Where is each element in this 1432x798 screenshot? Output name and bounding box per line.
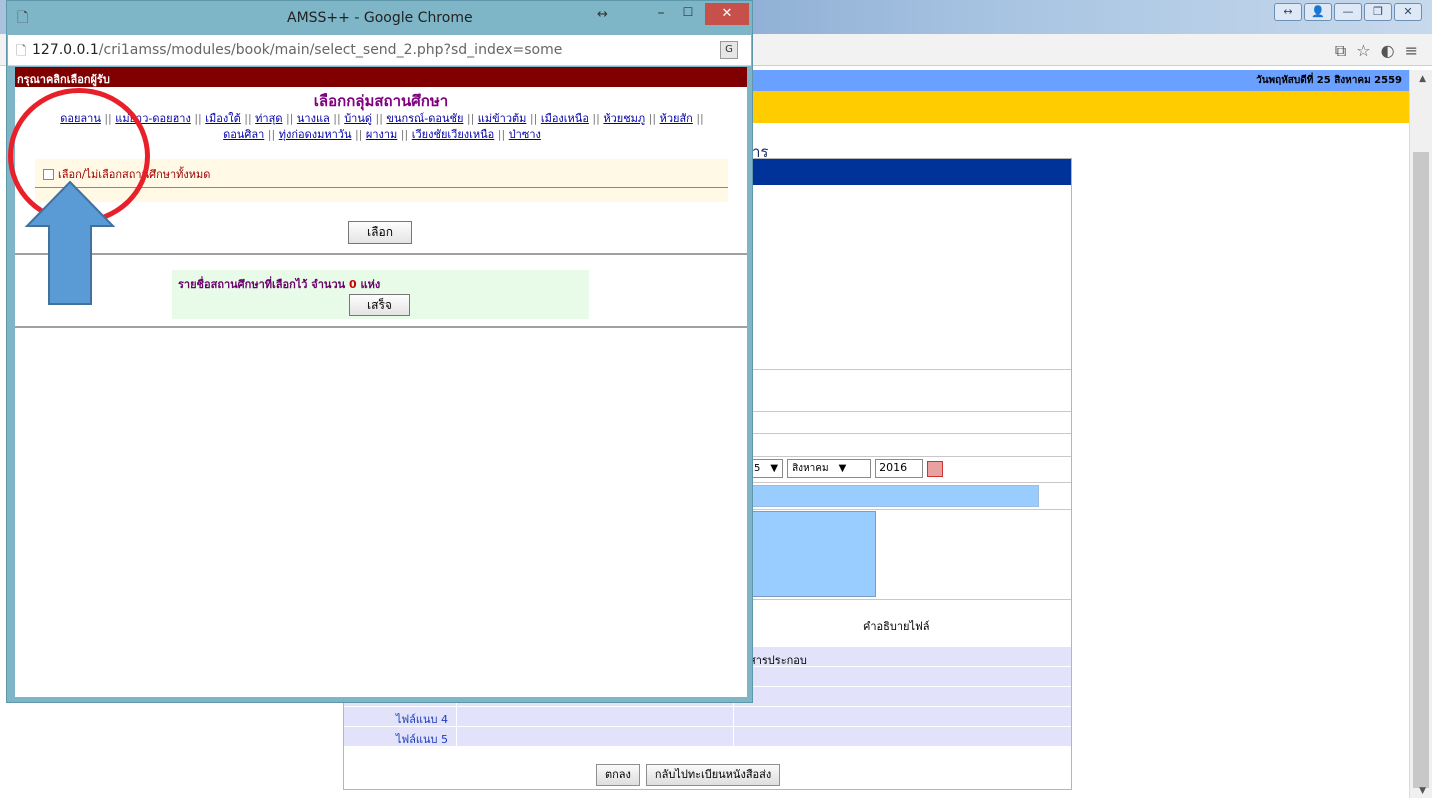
calendar-icon[interactable] [927,460,944,477]
group-link[interactable]: ทุ่งก่อดงมหาวัน [279,128,352,141]
popup-header: กรุณาคลิกเลือกผู้รับ [15,67,747,87]
site-banner-bar [750,91,1409,123]
attachment-label: ไฟล์แนบ 4 [395,713,448,726]
scrollbar-thumb[interactable] [1413,152,1429,788]
resize-icon[interactable]: ↔ [597,7,608,22]
divider [35,187,728,188]
group-link[interactable]: เมืองเหนือ [541,112,589,125]
background-window-controls: ↔ 👤 — ❐ ✕ [1274,3,1422,21]
section-divider [15,326,747,328]
site-date: วันพฤหัสบดีที่ 25 สิงหาคม 2559 [1256,75,1402,86]
close-button[interactable]: ✕ [705,3,749,25]
day-value: 5 [754,463,761,474]
url-path: /cri1amss/modules/book/main/select_send_… [98,42,563,58]
popup-title: AMSS++ - Google Chrome [287,10,473,26]
page-icon: 🗋 [17,10,29,26]
url-host: 127.0.0.1 [32,42,99,58]
attachment-label: ไฟล์แนบ 5 [395,733,448,746]
select-all-panel: เลือก/ไม่เลือกสถานศึกษาทั้งหมด [35,159,728,202]
done-button[interactable]: เสร็จ [349,294,410,316]
group-link[interactable]: ห้วยชมภู [603,112,645,125]
menu-icon[interactable]: ≡ [1405,41,1418,61]
close-button[interactable]: ✕ [1394,3,1422,21]
group-link[interactable]: ดอนศิลา [223,128,264,141]
group-link[interactable]: แม่ข้าวต้ม [478,112,527,125]
group-link[interactable]: เมืองใต้ [205,112,241,125]
subject-input[interactable] [749,485,1039,507]
month-select[interactable]: สิงหาคม ▼ [787,459,872,478]
group-link[interactable]: ดอยลาน [60,112,101,125]
back-to-register-button[interactable]: กลับไปทะเบียนหนังสือส่ง [645,764,781,786]
group-link[interactable]: ผางาม [366,128,397,141]
date-picker-row: 5 ▼ สิงหาคม ▼ 2016 [749,459,944,478]
group-links: ดอยลาน || แม่ยาว-ดอยฮาง || เมืองใต้ || ท… [60,112,704,141]
group-link[interactable]: ท่าสุด [255,112,282,125]
select-all-label: เลือก/ไม่เลือกสถานศึกษาทั้งหมด [58,168,211,181]
bookmark-star-icon[interactable]: ☆ [1356,41,1370,61]
selected-summary: รายชื่อสถานศึกษาที่เลือกไว้ จำนวน 0 แห่ง [172,275,589,293]
select-all-checkbox[interactable] [43,168,54,180]
restore-button[interactable]: ❐ [1364,3,1392,21]
translate-icon[interactable]: G [720,41,738,59]
section-divider [15,253,747,255]
selected-suffix: แห่ง [360,278,381,291]
table-row: ไฟล์แนบ 4 [344,707,1071,727]
table-row: ไฟล์แนบ 5 [344,727,1071,747]
attachment-heading-fragment: สารประกอบ [749,654,807,667]
group-link[interactable]: บ้านดู่ [344,112,372,125]
minimize-button[interactable]: — [1334,3,1362,21]
popup-content: กรุณาคลิกเลือกผู้รับ เลือกกลุ่มสถานศึกษา… [15,67,747,697]
month-value: สิงหาคม [792,463,829,474]
minimize-button[interactable]: – [651,5,671,21]
group-title: เลือกกลุ่มสถานศึกษา [313,92,449,110]
selected-schools-panel: รายชื่อสถานศึกษาที่เลือกไว้ จำนวน 0 แห่ง… [172,270,589,319]
translate-icon[interactable]: ⧉ [1335,41,1346,61]
day-select[interactable]: 5 ▼ [749,459,784,478]
selected-prefix: รายชื่อสถานศึกษาที่เลือกไว้ จำนวน [178,278,346,291]
content-textarea[interactable] [749,511,876,597]
selected-count: 0 [348,278,357,291]
group-link[interactable]: ป่าซาง [509,128,541,141]
background-toolbar-icons: ⧉ ☆ ◐ ≡ [1335,41,1418,61]
scroll-up-icon[interactable]: ▲ [1419,74,1426,84]
popup-address-bar[interactable]: 🗋 127.0.0.1/cri1amss/modules/book/main/s… [8,35,751,66]
tile-icon[interactable]: ↔ [1274,3,1302,21]
group-link[interactable]: เวียงชัยเวียงเหนือ [412,128,495,141]
group-link[interactable]: ขนกรณ์-ดอนชัย [386,112,463,125]
extension-icon[interactable]: ◐ [1381,41,1395,61]
group-link[interactable]: นางแล [297,112,330,125]
ok-button[interactable]: ตกลง [596,764,640,786]
select-all-row[interactable]: เลือก/ไม่เลือกสถานศึกษาทั้งหมด [43,165,210,183]
popup-titlebar[interactable]: 🗋 AMSS++ - Google Chrome ↔ – ☐ ✕ [7,1,752,35]
form-buttons: ตกลง กลับไปทะเบียนหนังสือส่ง [596,764,781,786]
dropdown-arrow-icon: ▼ [770,463,779,474]
file-description-label: คำอธิบายไฟล์ [863,620,930,633]
choose-button[interactable]: เลือก [348,221,412,244]
document-icon: 🗋 [16,44,27,59]
year-input[interactable]: 2016 [875,459,924,478]
maximize-button[interactable]: ☐ [678,5,698,19]
dropdown-arrow-icon: ▼ [838,463,847,474]
popup-window: 🗋 AMSS++ - Google Chrome ↔ – ☐ ✕ 🗋 127.0… [6,0,753,703]
scroll-down-icon[interactable]: ▼ [1419,786,1426,796]
group-link[interactable]: แม่ยาว-ดอยฮาง [115,112,191,125]
group-link[interactable]: ห้วยสัก [660,112,693,125]
url-text[interactable]: 127.0.0.1/cri1amss/modules/book/main/sel… [32,42,562,58]
user-icon[interactable]: 👤 [1304,3,1332,21]
